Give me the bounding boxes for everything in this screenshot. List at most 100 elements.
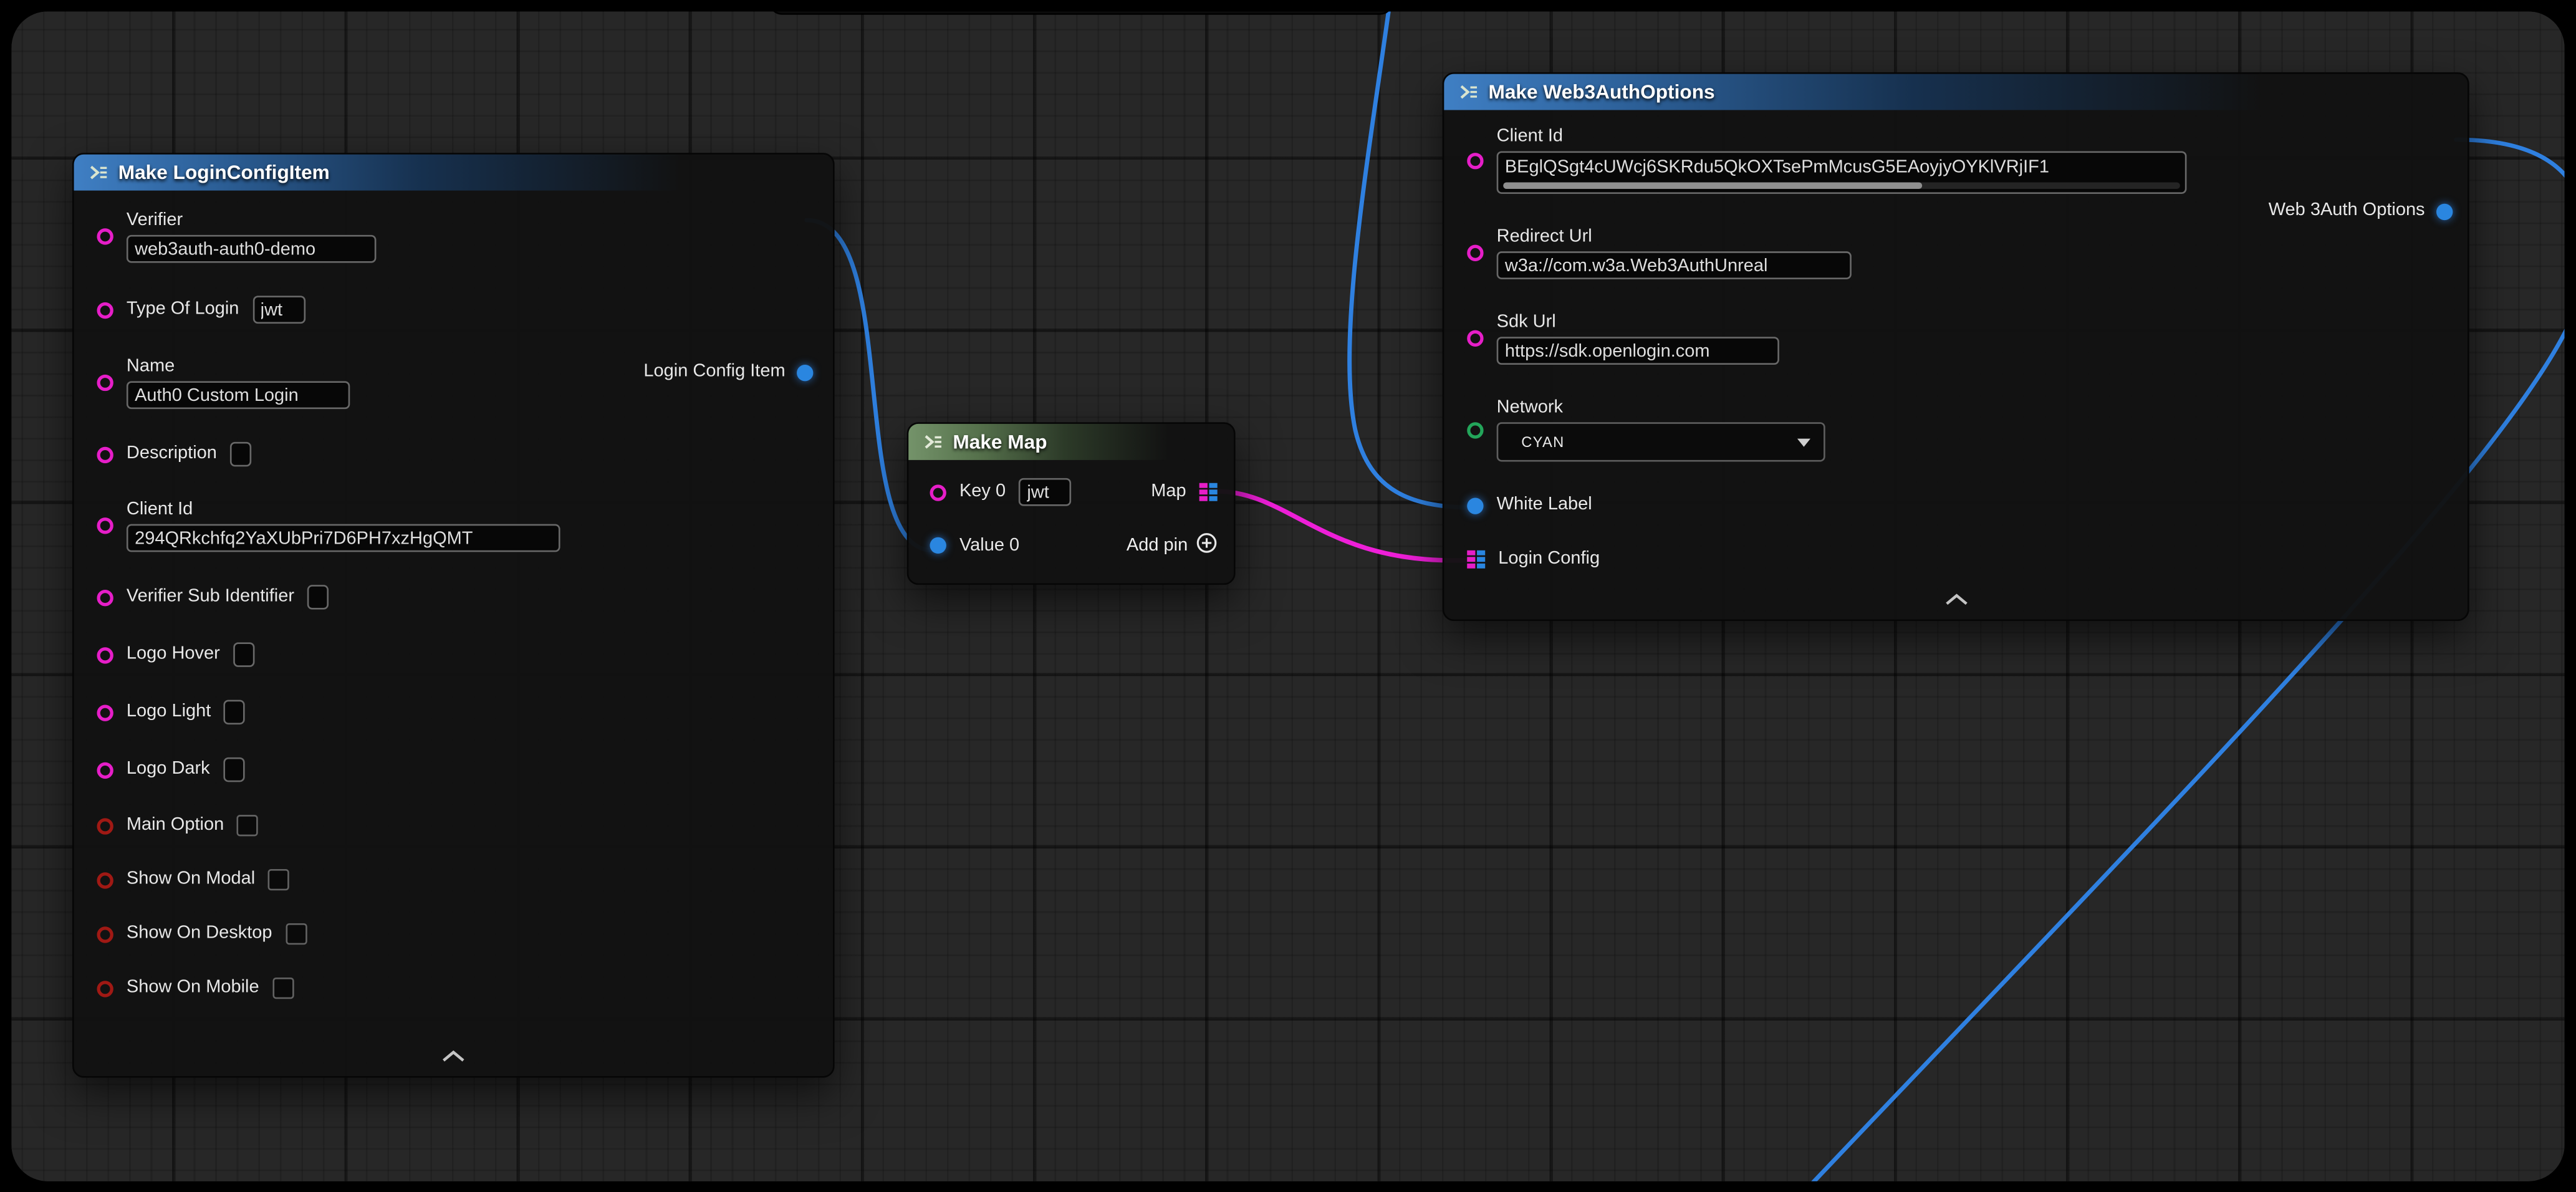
verifier-sub-identifier-label: Verifier Sub Identifier: [127, 587, 294, 608]
logo-hover-pin[interactable]: [97, 646, 113, 663]
add-pin-icon: [1196, 532, 1217, 559]
show-on-desktop-checkbox[interactable]: [286, 923, 307, 944]
logo-dark-label: Logo Dark: [127, 759, 210, 780]
add-pin-button[interactable]: Add pin: [1127, 532, 1218, 559]
node-make-map: Make Map Key 0 Map: [907, 422, 1236, 585]
chevron-down-icon: [1797, 438, 1810, 446]
network-dropdown[interactable]: CYAN: [1497, 422, 1825, 461]
redirect-url-input[interactable]: [1497, 251, 1852, 279]
white-label-pin[interactable]: [1467, 497, 1483, 513]
show-on-desktop-pin[interactable]: [97, 926, 113, 942]
verifier-label: Verifier: [127, 210, 377, 231]
pin-row-redirect-url: Redirect Url: [1467, 227, 2448, 279]
type-of-login-input[interactable]: [252, 296, 305, 324]
logo-hover-input[interactable]: [233, 642, 254, 667]
pin-row-verifier-sub-identifier: Verifier Sub Identifier: [97, 585, 813, 610]
logo-light-pin[interactable]: [97, 704, 113, 720]
sdk-url-input[interactable]: [1497, 337, 1779, 365]
show-on-desktop-label: Show On Desktop: [127, 923, 272, 944]
value0-pin[interactable]: [930, 537, 946, 554]
pin-row-show-on-mobile: Show On Mobile: [97, 978, 813, 999]
name-label: Name: [127, 357, 350, 378]
white-label-label: White Label: [1497, 494, 1592, 516]
pin-row-sdk-url: Sdk Url: [1467, 312, 2448, 365]
key0-label: Key 0: [959, 481, 1006, 502]
logo-light-input[interactable]: [224, 700, 245, 725]
show-on-modal-checkbox[interactable]: [268, 869, 289, 890]
pin-row-login-config: Login Config: [1467, 549, 2448, 570]
output-pin-label: Web 3Auth Options: [2269, 200, 2425, 221]
blueprint-editor: Make LoginConfigItem Login Config Item V…: [0, 0, 2576, 1192]
client-id-label: Client Id: [1497, 127, 2187, 148]
pin-row-description: Description: [97, 442, 813, 467]
login-config-item-output-pin[interactable]: [797, 364, 813, 380]
output-pin-label: Login Config Item: [643, 362, 785, 383]
network-pin[interactable]: [1467, 421, 1483, 438]
verifier-sub-identifier-pin[interactable]: [97, 589, 113, 605]
verifier-pin[interactable]: [97, 228, 113, 244]
pin-row-main-option: Main Option: [97, 815, 813, 836]
pin-row-key0-map: Key 0 Map: [930, 478, 1218, 506]
node-header-make-loginconfigitem[interactable]: Make LoginConfigItem: [74, 155, 833, 191]
client-id-pin[interactable]: [97, 517, 113, 534]
node-make-loginconfigitem: Make LoginConfigItem Login Config Item V…: [72, 153, 835, 1078]
client-id-scrollbar[interactable]: [1503, 183, 2180, 190]
node-title: Make Web3AuthOptions: [1488, 80, 1714, 103]
web3auth-options-output-pin[interactable]: [2436, 203, 2453, 219]
client-id-input[interactable]: [127, 524, 560, 552]
show-on-mobile-checkbox[interactable]: [272, 978, 294, 999]
node-header-make-web3authoptions[interactable]: Make Web3AuthOptions: [1444, 74, 2468, 110]
show-on-modal-pin[interactable]: [97, 872, 113, 888]
description-pin[interactable]: [97, 446, 113, 462]
pin-row-white-label: White Label: [1467, 494, 2448, 516]
pin-row-network: Network CYAN: [1467, 398, 2448, 462]
client-id-value: BEglQSgt4cUWcj6SKRdu5QkOXTsePmMcusG5EAoy…: [1505, 155, 2178, 181]
sdk-url-pin[interactable]: [1467, 330, 1483, 347]
pin-row-client-id: Client Id BEglQSgt4cUWcj6SKRdu5QkOXTsePm…: [1467, 127, 2448, 194]
description-input[interactable]: [230, 442, 251, 467]
offscreen-node-bottom-edge[interactable]: [769, 11, 1393, 14]
add-pin-label: Add pin: [1127, 536, 1188, 555]
logo-hover-label: Logo Hover: [127, 644, 220, 665]
pin-row-value0-addpin: Value 0 Add pin: [930, 532, 1218, 559]
collapse-node-button[interactable]: [437, 1040, 470, 1071]
collapse-node-button[interactable]: [1939, 583, 1973, 614]
pin-row-type-of-login: Type Of Login: [97, 296, 813, 324]
logo-dark-pin[interactable]: [97, 761, 113, 777]
node-title: Make Map: [953, 430, 1047, 453]
verifier-sub-identifier-input[interactable]: [307, 585, 329, 610]
show-on-mobile-label: Show On Mobile: [127, 978, 259, 999]
pin-row-logo-hover: Logo Hover: [97, 642, 813, 667]
key0-pin[interactable]: [930, 484, 946, 500]
verifier-input[interactable]: [127, 235, 377, 263]
name-input[interactable]: [127, 381, 350, 409]
show-on-modal-label: Show On Modal: [127, 869, 255, 890]
login-config-pin[interactable]: [1467, 550, 1485, 569]
network-selected-value: CYAN: [1521, 434, 1797, 450]
node-make-web3authoptions: Make Web3AuthOptions Web 3Auth Options C…: [1443, 72, 2469, 621]
pin-row-verifier: Verifier: [97, 210, 813, 262]
pin-row-logo-dark: Logo Dark: [97, 757, 813, 782]
client-id-input[interactable]: BEglQSgt4cUWcj6SKRdu5QkOXTsePmMcusG5EAoy…: [1497, 151, 2187, 194]
make-map-icon: [923, 432, 943, 452]
show-on-mobile-pin[interactable]: [97, 980, 113, 996]
value0-label: Value 0: [959, 535, 1019, 556]
make-struct-icon: [1459, 82, 1479, 102]
sdk-url-label: Sdk Url: [1497, 312, 1779, 334]
key0-input[interactable]: [1019, 478, 1071, 506]
type-of-login-pin[interactable]: [97, 302, 113, 318]
redirect-url-pin[interactable]: [1467, 245, 1483, 261]
map-output-pin[interactable]: [1199, 483, 1218, 501]
main-option-label: Main Option: [127, 815, 224, 836]
node-header-make-map[interactable]: Make Map: [908, 424, 1234, 460]
login-config-label: Login Config: [1498, 549, 1600, 570]
client-id-pin[interactable]: [1467, 152, 1483, 168]
graph-canvas[interactable]: Make LoginConfigItem Login Config Item V…: [11, 11, 2564, 1181]
main-option-pin[interactable]: [97, 817, 113, 834]
logo-light-label: Logo Light: [127, 701, 211, 723]
client-id-label: Client Id: [127, 499, 560, 521]
name-pin[interactable]: [97, 375, 113, 391]
pin-row-show-on-modal: Show On Modal: [97, 869, 813, 890]
main-option-checkbox[interactable]: [237, 815, 258, 836]
logo-dark-input[interactable]: [223, 757, 244, 782]
